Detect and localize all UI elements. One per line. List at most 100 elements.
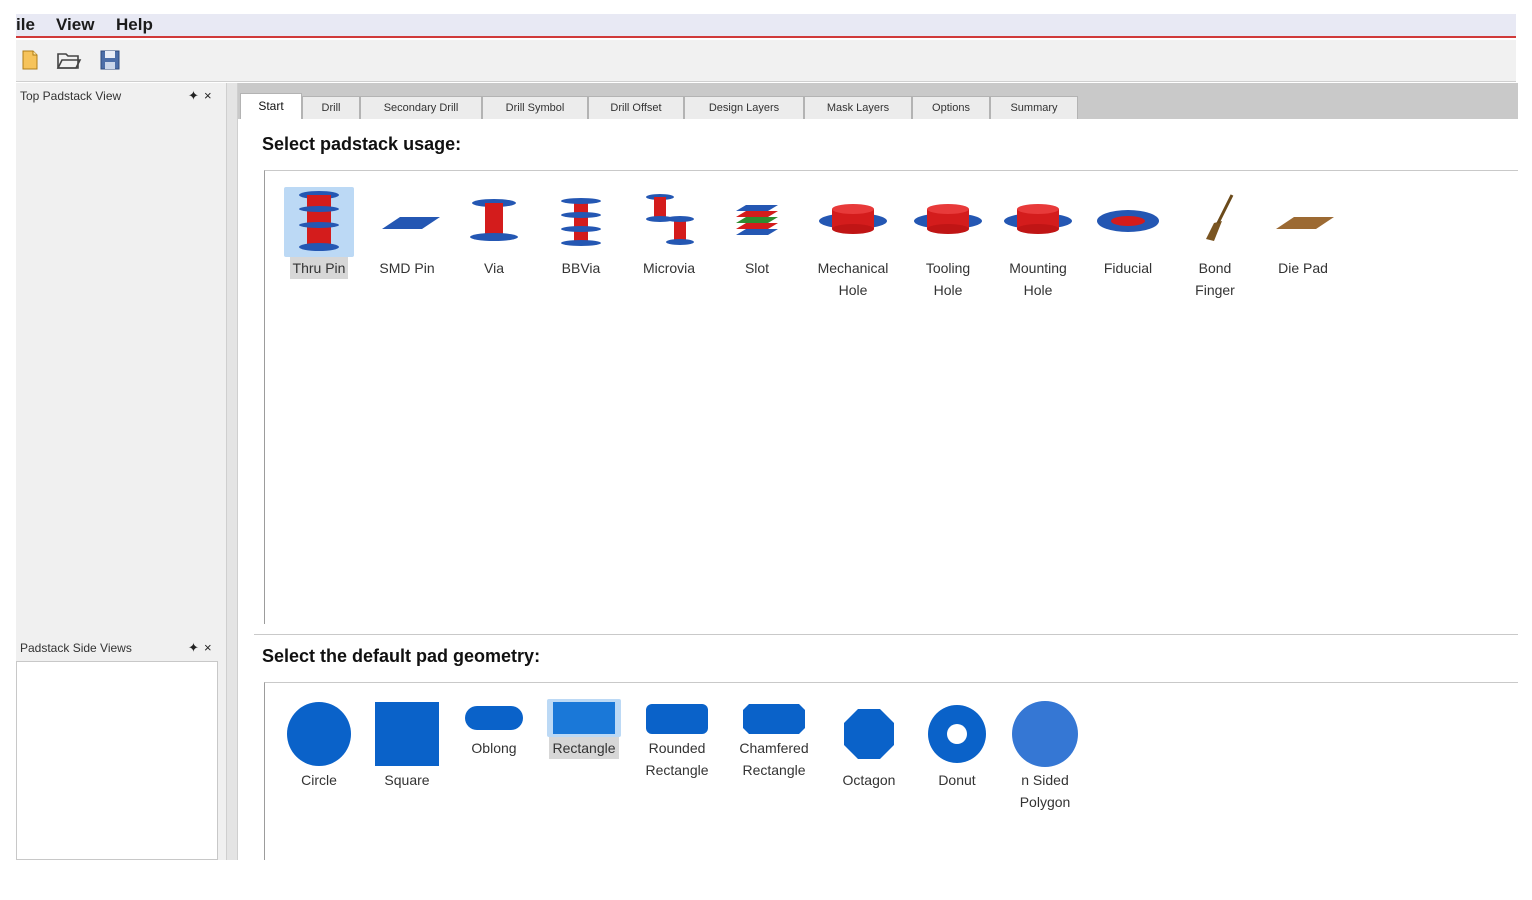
mechanical-hole-icon — [818, 187, 888, 257]
usage-label: SMD Pin — [379, 260, 435, 276]
toolbar — [16, 40, 1516, 82]
geometry-rectangle[interactable]: Rectangle — [541, 699, 627, 759]
new-file-icon[interactable] — [18, 48, 42, 72]
usage-bbvia[interactable]: BBVia — [538, 187, 624, 279]
usage-mounting-hole[interactable]: Mounting Hole — [995, 187, 1081, 301]
usage-label-line2: Hole — [838, 282, 868, 298]
rounded-rectangle-icon — [642, 699, 712, 737]
top-view-panel — [16, 107, 218, 629]
usage-bond-finger[interactable]: Bond Finger — [1172, 187, 1258, 301]
tab-summary[interactable]: Summary — [990, 96, 1078, 120]
usage-title: Select padstack usage: — [262, 134, 462, 154]
tab-drill-symbol[interactable]: Drill Symbol — [482, 96, 588, 120]
menu-file[interactable]: ile — [16, 15, 35, 35]
bond-finger-icon — [1180, 187, 1250, 257]
geometry-label: n Sided — [1021, 772, 1069, 788]
close-icon[interactable]: × — [204, 88, 212, 103]
tab-secondary-drill[interactable]: Secondary Drill — [360, 96, 482, 120]
microvia-icon — [634, 187, 704, 257]
usage-label-line2: Hole — [933, 282, 963, 298]
side-view-panel — [16, 661, 218, 860]
menu-help[interactable]: Help — [116, 15, 153, 35]
usage-label: BBVia — [561, 260, 601, 276]
chamfered-rectangle-icon — [739, 699, 809, 737]
usage-die-pad[interactable]: Die Pad — [1260, 187, 1346, 279]
divider — [254, 634, 1518, 635]
usage-label: Die Pad — [1278, 260, 1328, 276]
geometry-label: Rectangle — [549, 737, 619, 759]
pin-icon[interactable]: ✦ — [188, 88, 199, 104]
die-pad-icon — [1268, 187, 1338, 257]
oblong-shape-icon — [459, 699, 529, 737]
usage-slot[interactable]: Slot — [714, 187, 800, 279]
thru-pin-icon — [284, 187, 354, 257]
geometry-circle[interactable]: Circle — [276, 699, 362, 791]
start-page: Select padstack usage: Thru Pin SMD Pin — [238, 119, 1518, 860]
dock-splitter[interactable] — [226, 83, 238, 860]
usage-label: Slot — [744, 260, 770, 276]
usage-thru-pin[interactable]: Thru Pin — [276, 187, 362, 279]
pin-icon[interactable]: ✦ — [188, 640, 199, 656]
fiducial-icon — [1093, 187, 1163, 257]
menu-bar: ile View Help — [16, 14, 1516, 38]
left-dock: Top Padstack View ✦ × Padstack Side View… — [16, 83, 226, 860]
usage-label: Mounting — [1009, 260, 1067, 276]
mounting-hole-icon — [1003, 187, 1073, 257]
tab-drill-offset[interactable]: Drill Offset — [588, 96, 684, 120]
close-icon[interactable]: × — [204, 640, 212, 655]
usage-tooling-hole[interactable]: Tooling Hole — [905, 187, 991, 301]
usage-fiducial[interactable]: Fiducial — [1085, 187, 1171, 279]
smd-pin-icon — [372, 187, 442, 257]
n-sided-polygon-icon — [1010, 699, 1080, 769]
side-view-title: Padstack Side Views — [20, 641, 132, 655]
geometry-label-line2: Rectangle — [645, 762, 709, 778]
geometry-label: Rounded — [648, 740, 706, 756]
geometry-oblong[interactable]: Oblong — [451, 699, 537, 759]
geometry-label-line2: Rectangle — [742, 762, 806, 778]
usage-label: Via — [484, 260, 504, 276]
tab-drill[interactable]: Drill — [302, 96, 360, 120]
tab-strip: Start Drill Secondary Drill Drill Symbol… — [238, 83, 1518, 120]
save-icon[interactable] — [98, 48, 122, 72]
bbvia-icon — [546, 187, 616, 257]
tab-options[interactable]: Options — [912, 96, 990, 120]
circle-shape-icon — [284, 699, 354, 769]
geometry-n-sided-polygon[interactable]: n Sided Polygon — [1002, 699, 1088, 813]
usage-label: Microvia — [642, 260, 696, 276]
usage-label-line2: Finger — [1195, 282, 1235, 298]
octagon-shape-icon — [834, 699, 904, 769]
donut-shape-icon — [922, 699, 992, 769]
geometry-label-line2: Polygon — [1019, 794, 1071, 810]
geometry-donut[interactable]: Donut — [914, 699, 1000, 791]
top-view-header: Top Padstack View ✦ × — [16, 85, 222, 107]
geometry-square[interactable]: Square — [364, 699, 450, 791]
rectangle-shape-icon — [547, 699, 621, 737]
geometry-label: Octagon — [842, 772, 896, 788]
usage-label: Fiducial — [1103, 260, 1153, 276]
menu-view[interactable]: View — [56, 15, 94, 35]
geometry-label: Square — [384, 772, 430, 788]
usage-microvia[interactable]: Microvia — [626, 187, 712, 279]
usage-label: Thru Pin — [289, 257, 349, 279]
via-icon — [459, 187, 529, 257]
geometry-chamfered-rectangle[interactable]: Chamfered Rectangle — [731, 699, 817, 781]
usage-label-line2: Hole — [1023, 282, 1053, 298]
geometry-rounded-rectangle[interactable]: Rounded Rectangle — [634, 699, 720, 781]
geometry-octagon[interactable]: Octagon — [826, 699, 912, 791]
geometry-label: Circle — [301, 772, 337, 788]
usage-label: Bond — [1198, 260, 1232, 276]
usage-via[interactable]: Via — [451, 187, 537, 279]
usage-smd-pin[interactable]: SMD Pin — [364, 187, 450, 279]
top-view-title: Top Padstack View — [20, 89, 122, 103]
slot-icon — [722, 187, 792, 257]
geometry-title: Select the default pad geometry: — [262, 646, 541, 666]
usage-mechanical-hole[interactable]: Mechanical Hole — [810, 187, 896, 301]
tab-start[interactable]: Start — [240, 93, 302, 120]
folder-open-icon[interactable] — [56, 48, 82, 72]
tab-mask-layers[interactable]: Mask Layers — [804, 96, 912, 120]
geometry-label: Chamfered — [739, 740, 809, 756]
tab-design-layers[interactable]: Design Layers — [684, 96, 804, 120]
square-shape-icon — [372, 699, 442, 769]
usage-label: Mechanical — [817, 260, 889, 276]
tooling-hole-icon — [913, 187, 983, 257]
